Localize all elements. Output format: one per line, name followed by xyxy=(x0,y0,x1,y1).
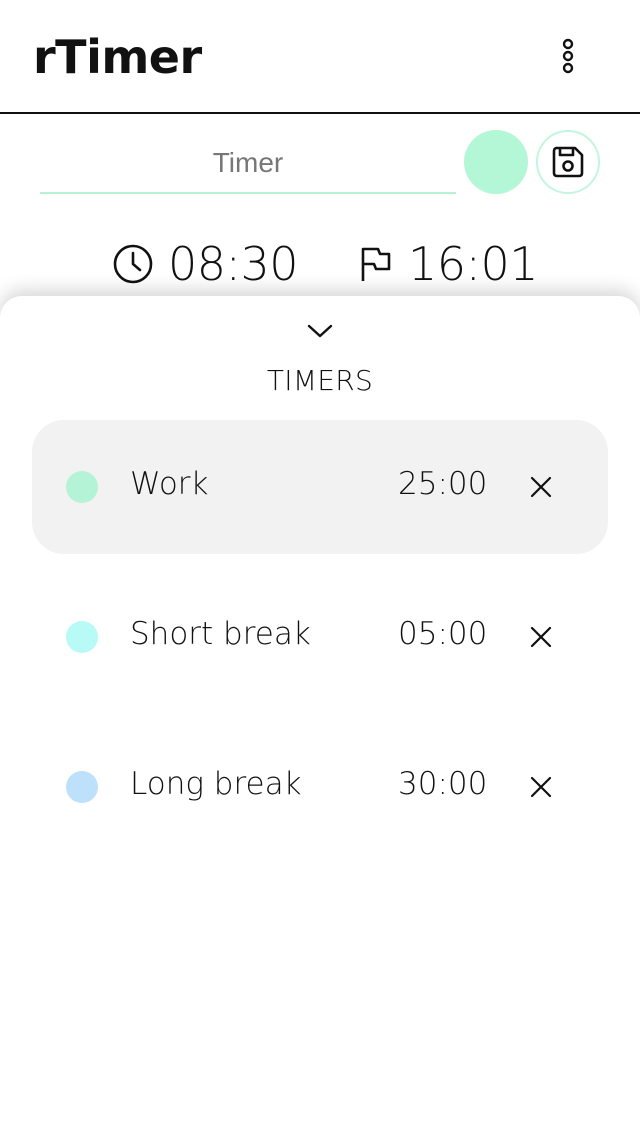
close-icon xyxy=(530,476,552,498)
timer-item-long-break[interactable]: Long break 30:00 xyxy=(32,720,608,854)
end-time-group: 16:01 xyxy=(358,232,539,296)
timer-label: Work xyxy=(130,466,209,502)
timer-duration: 30:00 xyxy=(398,766,488,802)
clock-row: 08:30 16:01 xyxy=(0,232,640,296)
delete-timer-button[interactable] xyxy=(522,768,560,806)
timers-sheet: TIMERS Work 25:00 Short break 05:00 Long… xyxy=(0,296,640,1136)
timer-duration: 05:00 xyxy=(398,616,488,652)
more-vertical-icon xyxy=(562,38,574,74)
save-button[interactable] xyxy=(536,130,600,194)
timer-item-short-break[interactable]: Short break 05:00 xyxy=(32,570,608,704)
timer-name-input[interactable] xyxy=(40,134,456,194)
clock-icon xyxy=(113,244,153,284)
timer-duration: 25:00 xyxy=(398,466,488,502)
sheet-title: TIMERS xyxy=(266,364,374,397)
current-time: 08:30 xyxy=(168,237,299,291)
app-header: rTimer xyxy=(0,0,640,114)
end-time: 16:01 xyxy=(408,237,539,291)
timer-label: Short break xyxy=(130,616,311,652)
timer-color-dot xyxy=(66,621,98,653)
current-time-group: 08:30 xyxy=(112,232,299,296)
delete-timer-button[interactable] xyxy=(522,468,560,506)
flag-icon xyxy=(361,247,391,281)
delete-timer-button[interactable] xyxy=(522,618,560,656)
timer-item-work[interactable]: Work 25:00 xyxy=(32,420,608,554)
app-title: rTimer xyxy=(33,30,202,84)
more-menu-button[interactable] xyxy=(552,34,584,78)
timer-color-dot xyxy=(66,471,98,503)
color-picker-button[interactable] xyxy=(464,130,528,194)
close-icon xyxy=(530,776,552,798)
timer-color-dot xyxy=(66,771,98,803)
save-icon xyxy=(552,146,584,178)
collapse-sheet-button[interactable] xyxy=(300,316,340,346)
app-root: rTimer 08:30 16: xyxy=(0,0,640,1136)
chevron-down-icon xyxy=(307,324,333,338)
timer-label: Long break xyxy=(130,766,302,802)
close-icon xyxy=(530,626,552,648)
